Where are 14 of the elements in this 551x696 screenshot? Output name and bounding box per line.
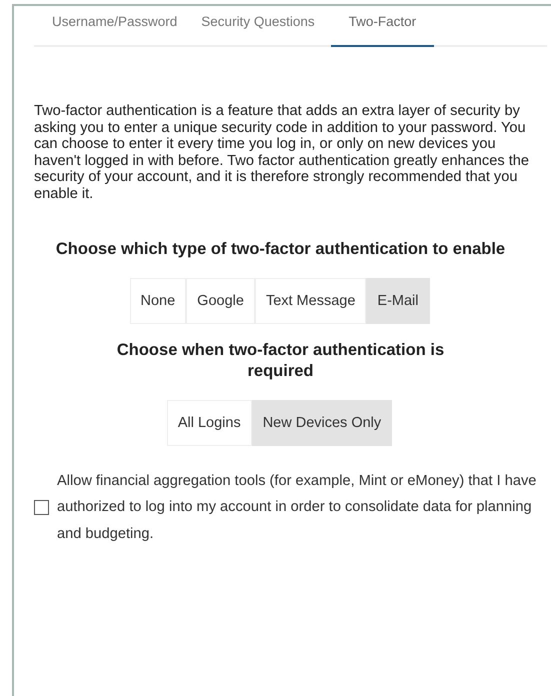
tab[interactable]: Username/Password xyxy=(44,6,186,47)
option-button[interactable]: New Devices Only xyxy=(252,400,392,446)
option-button[interactable]: Text Message xyxy=(254,278,366,324)
option-button[interactable]: None xyxy=(130,278,186,324)
description-text: Two-factor authentication is a feature that adds an extra layer of security by asking you to enter a unique security code in addition to your password. You can choose to enter it every time you log in, or only on new devices you haven't logged in with before. Two factor authentication greatly enhances the security of your account, and it is therefore strongly recommended that you enable it. xyxy=(34,103,530,203)
checkbox-label: Allow financial aggregation tools (for example, Mint or eMoney) that I have authorized to log into my account in order to consolidate data for planning and budgeting. xyxy=(57,472,537,544)
option-button[interactable]: Google xyxy=(186,278,255,324)
tab[interactable]: Security Questions xyxy=(193,6,323,47)
section-heading: Choose when two-factor authentication is required xyxy=(116,340,446,382)
option-button[interactable]: All Logins xyxy=(166,400,252,446)
checkbox[interactable] xyxy=(34,500,49,515)
section-heading: Choose which type of two-factor authentication to enable xyxy=(54,238,506,260)
tab[interactable]: Two-Factor xyxy=(330,6,434,47)
option-button[interactable]: E-Mail xyxy=(366,278,430,324)
